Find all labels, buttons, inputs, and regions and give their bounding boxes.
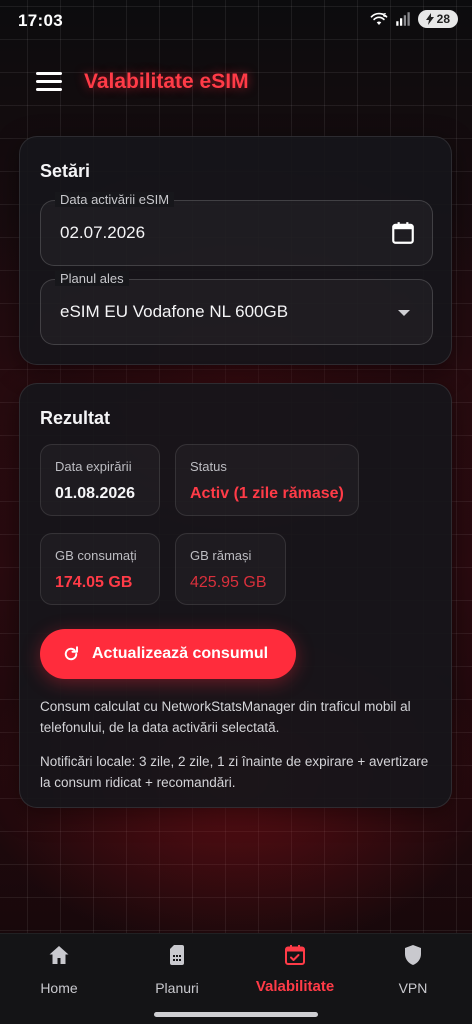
expiry-label: Data expirării: [55, 459, 132, 474]
settings-title: Setări: [40, 161, 91, 181]
status-value: Activ (1 zile rămase): [190, 485, 344, 502]
nav-home-label: Home: [40, 980, 78, 996]
home-indicator: [154, 1012, 318, 1017]
refresh-icon: [64, 646, 78, 661]
remaining-gb-value: 425.95 GB: [190, 574, 267, 591]
nav-planuri[interactable]: Planuri: [118, 934, 236, 1014]
consumption-note: Consum calculat cu NetworkStatsManager d…: [40, 699, 411, 735]
svg-text:6: 6: [382, 13, 386, 19]
bolt-icon: [425, 13, 434, 25]
used-gb-stat: GB consumați 174.05 GB: [40, 533, 160, 605]
home-icon: [49, 946, 69, 964]
menu-button[interactable]: [36, 72, 62, 94]
notifications-note: Notificări locale: 3 zile, 2 zile, 1 zi …: [40, 754, 429, 790]
status-stat: Status Activ (1 zile rămase): [175, 444, 359, 516]
page-title: Valabilitate eSIM: [84, 70, 249, 93]
expiry-value: 01.08.2026: [55, 485, 136, 502]
nav-planuri-label: Planuri: [155, 980, 199, 996]
plan-value: eSIM EU Vodafone NL 600GB: [60, 302, 289, 321]
shield-icon: [405, 945, 421, 965]
status-time: 17:03: [18, 11, 63, 30]
remaining-gb-stat: GB rămași 425.95 GB: [175, 533, 286, 605]
dropdown-arrow-icon: [398, 310, 410, 316]
result-card: Rezultat Data expirării 01.08.2026 Statu…: [19, 383, 452, 808]
signal-icon: [395, 12, 410, 26]
expiry-stat: Data expirării 01.08.2026: [40, 444, 160, 516]
nav-vpn[interactable]: VPN: [354, 934, 472, 1014]
plan-label: Planul ales: [55, 271, 129, 286]
wifi-icon: 6: [370, 13, 387, 25]
nav-vpn-label: VPN: [398, 980, 428, 996]
menu-icon-line: [36, 80, 62, 83]
sim-card-icon: [170, 945, 184, 965]
activation-date-value: 02.07.2026: [60, 223, 146, 242]
menu-icon-line: [36, 88, 62, 91]
update-consumption-button[interactable]: Actualizează consumul: [40, 629, 296, 679]
menu-icon-line: [36, 72, 62, 75]
used-gb-label: GB consumați: [55, 548, 137, 563]
remaining-gb-label: GB rămași: [190, 548, 252, 563]
used-gb-value: 174.05 GB: [55, 574, 133, 591]
plan-select[interactable]: Planul ales eSIM EU Vodafone NL 600GB: [40, 271, 433, 345]
update-button-label: Actualizează consumul: [92, 645, 269, 662]
status-icons: 6 28: [370, 10, 458, 28]
battery-indicator: 28: [417, 10, 458, 28]
status-bar: 17:03 6 28: [0, 0, 472, 44]
calendar-check-icon: [285, 945, 305, 965]
status-label: Status: [190, 459, 227, 474]
settings-card: Setări Data activării eSIM 02.07.2026 Pl…: [19, 136, 452, 365]
result-title: Rezultat: [40, 408, 111, 428]
app-bar: Valabilitate eSIM: [0, 60, 472, 104]
nav-valabilitate[interactable]: Valabilitate: [236, 934, 354, 1014]
activation-date-label: Data activării eSIM: [55, 192, 175, 207]
nav-home[interactable]: Home: [0, 934, 118, 1014]
activation-date-field[interactable]: Data activării eSIM 02.07.2026: [40, 192, 433, 266]
battery-level: 28: [436, 12, 450, 26]
bottom-navigation: Home Planuri Valabilitate VPN: [0, 933, 472, 1024]
nav-valabilitate-label: Valabilitate: [255, 978, 335, 995]
calendar-icon[interactable]: [390, 220, 416, 246]
